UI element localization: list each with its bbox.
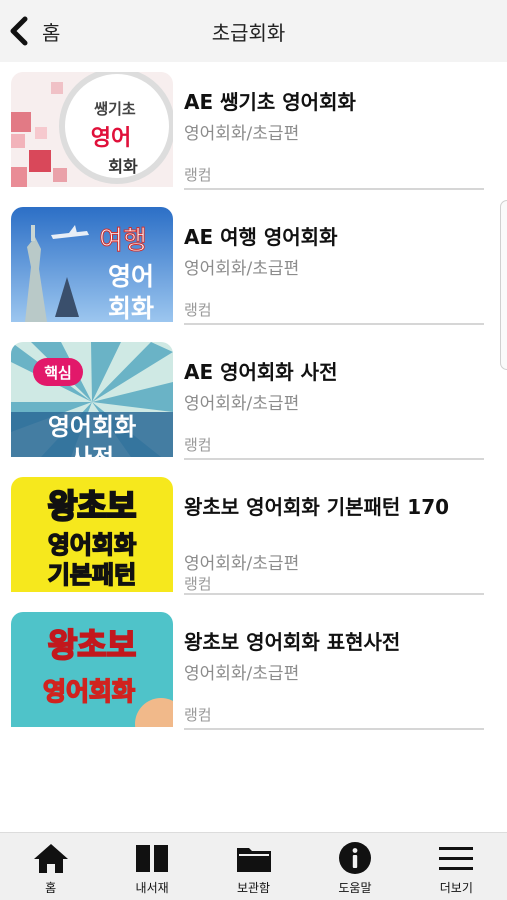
book-cover-thumbnail[interactable]: 여행 영어 회화 xyxy=(11,207,173,322)
tab-home[interactable]: 홈 xyxy=(0,833,101,900)
list-item[interactable]: 핵심 영어회화 사전 AE 영어회화 사전 영어회화/초급편 랭컴 xyxy=(0,332,507,467)
book-title[interactable]: AE 쌩기초 영어회화 xyxy=(184,86,356,115)
list-item[interactable]: 쌩기초 영어 회화 AE 쌩기초 영어회화 영어회화/초급편 랭컴 xyxy=(0,62,507,197)
book-category: 영어회화/초급편 xyxy=(184,259,300,279)
thumb-text: 쌩기초 xyxy=(94,100,136,118)
book-publisher: 랭컴 xyxy=(184,301,212,319)
page-title: 초급회화 xyxy=(211,21,286,45)
tab-storage[interactable]: 보관함 xyxy=(203,833,304,900)
book-cover-thumbnail[interactable]: 쌩기초 영어 회화 xyxy=(11,72,173,187)
menu-icon xyxy=(439,847,474,870)
thumb-text: 영어회화 xyxy=(43,677,135,706)
info-icon xyxy=(338,842,371,874)
book-publisher: 랭컴 xyxy=(184,706,212,724)
thumb-text: 영어회화 xyxy=(48,531,136,559)
top-app-bar: 홈 초급회화 xyxy=(0,0,507,62)
thumb-text: 기본패턴 xyxy=(48,561,136,589)
folder-icon xyxy=(236,848,271,872)
thumb-text: 회화 xyxy=(108,157,138,176)
tab-help[interactable]: 도움말 xyxy=(304,833,405,900)
book-publisher: 랭컴 xyxy=(184,166,212,184)
tab-label: 보관함 xyxy=(236,881,271,895)
book-title[interactable]: 왕초보 영어회화 표현사전 xyxy=(184,626,400,655)
book-title[interactable]: AE 영어회화 사전 xyxy=(184,356,337,385)
book-list: 쌩기초 영어 회화 AE 쌩기초 영어회화 영어회화/초급편 랭컴 여행 영어 … xyxy=(0,62,507,737)
tab-label: 홈 xyxy=(45,881,57,895)
book-info: 왕초보 영어회화 기본패턴 170 영어회화/초급편 랭컴 xyxy=(184,467,484,595)
thumb-text: 영어 xyxy=(108,262,154,291)
book-info: AE 쌩기초 영어회화 영어회화/초급편 랭컴 xyxy=(184,62,484,190)
book-cover-thumbnail[interactable]: 왕초보 영어회화 기본패턴 xyxy=(11,477,173,592)
thumb-text: 영어 xyxy=(91,126,131,151)
book-category: 영어회화/초급편 xyxy=(184,394,300,414)
thumb-text: 사전 xyxy=(70,444,114,457)
book-category: 영어회화/초급편 xyxy=(184,664,300,684)
book-cover-thumbnail[interactable]: 핵심 영어회화 사전 xyxy=(11,342,173,457)
book-category: 영어회화/초급편 xyxy=(184,554,300,574)
list-item[interactable]: 왕초보 영어회화 왕초보 영어회화 표현사전 영어회화/초급편 랭컴 xyxy=(0,602,507,737)
book-info: AE 여행 영어회화 영어회화/초급편 랭컴 xyxy=(184,197,484,325)
list-item[interactable]: 여행 영어 회화 AE 여행 영어회화 영어회화/초급편 랭컴 xyxy=(0,197,507,332)
bottom-navigation: 홈 내서재 보관함 도움말 더보기 xyxy=(0,832,507,900)
thumb-text: 여행 xyxy=(99,226,147,256)
book-category: 영어회화/초급편 xyxy=(184,124,300,144)
book-publisher: 랭컴 xyxy=(184,436,212,454)
home-icon xyxy=(33,844,68,873)
thumb-text: 왕초보 xyxy=(48,626,136,664)
tab-label: 더보기 xyxy=(439,881,473,895)
book-icon xyxy=(136,845,169,872)
thumb-text: 영어회화 xyxy=(48,413,136,441)
book-publisher: 랭컴 xyxy=(184,575,212,593)
book-info: AE 영어회화 사전 영어회화/초급편 랭컴 xyxy=(184,332,484,460)
tab-library[interactable]: 내서재 xyxy=(101,833,202,900)
tab-label: 내서재 xyxy=(135,881,169,895)
list-item[interactable]: 왕초보 영어회화 기본패턴 왕초보 영어회화 기본패턴 170 영어회화/초급편… xyxy=(0,467,507,602)
book-cover-thumbnail[interactable]: 왕초보 영어회화 xyxy=(11,612,173,727)
tab-more[interactable]: 더보기 xyxy=(406,833,507,900)
book-title[interactable]: AE 여행 영어회화 xyxy=(184,221,337,250)
thumb-badge: 핵심 xyxy=(44,364,72,382)
book-title[interactable]: 왕초보 영어회화 기본패턴 170 xyxy=(184,491,449,520)
book-info: 왕초보 영어회화 표현사전 영어회화/초급편 랭컴 xyxy=(184,602,484,730)
thumb-text: 회화 xyxy=(108,294,154,322)
thumb-text: 왕초보 xyxy=(48,487,136,525)
tab-label: 도움말 xyxy=(338,881,372,895)
scroll-indicator[interactable] xyxy=(500,200,507,370)
